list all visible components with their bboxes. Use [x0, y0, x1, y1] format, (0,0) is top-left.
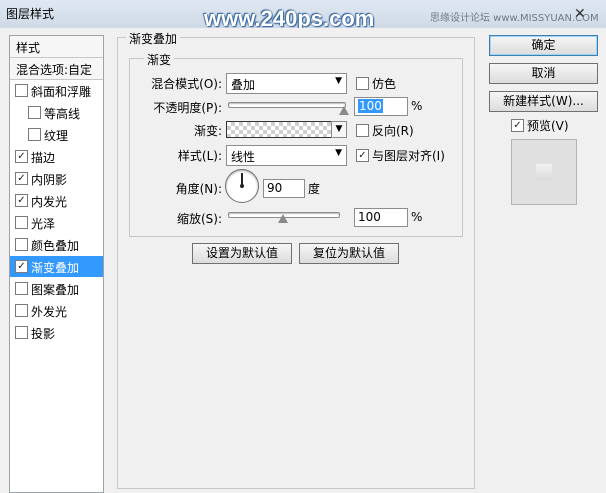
reverse-label: 反向(R) [372, 124, 414, 138]
checkmark-icon: ✓ [17, 173, 26, 184]
angle-label: 角度(N): [175, 182, 222, 196]
checkmark-icon: ✓ [17, 151, 26, 162]
make-default-button[interactable]: 设置为默认值 [192, 243, 292, 264]
styles-header-label: 样式 [16, 41, 41, 55]
gradient-overlay-title: 渐变叠加 [126, 30, 181, 47]
sidebar-item-checkbox[interactable]: ✓ [15, 172, 28, 185]
dither-label: 仿色 [372, 77, 397, 91]
layer-style-dialog: 样式 混合选项:自定 斜面和浮雕等高线纹理 ✓ 描边 ✓ 内阴影 ✓ 内发光光泽颜色叠加 ✓ 渐… [0, 28, 606, 493]
sidebar-item[interactable]: 等高线 [10, 102, 103, 123]
opacity-value: 100 [358, 99, 383, 113]
scale-label: 缩放(S): [176, 212, 222, 226]
sidebar-item-label: 内阴影 [31, 173, 68, 187]
sidebar-item-label: 投影 [31, 327, 56, 341]
gradient-picker[interactable] [226, 121, 332, 138]
sidebar-item-label: 等高线 [44, 107, 81, 121]
title-bar: 图层样式 www.240ps.com 思缘设计论坛 www.MISSYUAN.C… [0, 0, 606, 31]
opacity-input[interactable]: 100 [354, 97, 408, 116]
style-list-panel: 样式 混合选项:自定 斜面和浮雕等高线纹理 ✓ 描边 ✓ 内阴影 ✓ 内发光光泽颜色叠加 ✓ 渐… [9, 35, 104, 493]
angle-unit: 度 [308, 182, 321, 196]
blend-options-header[interactable]: 混合选项:自定 [10, 58, 103, 80]
style-select[interactable]: 线性 ▼ [226, 145, 347, 166]
sidebar-item[interactable]: ✓ 内发光 [10, 190, 103, 211]
sidebar-item-label: 图案叠加 [31, 283, 80, 297]
sidebar-item[interactable]: ✓ 渐变叠加 [10, 256, 103, 277]
cancel-button[interactable]: 取消 [489, 63, 598, 84]
checkmark-icon: ✓ [358, 150, 367, 161]
sidebar-item[interactable]: 颜色叠加 [10, 234, 103, 255]
scale-value: 100 [358, 210, 381, 224]
opacity-slider-track[interactable] [228, 102, 346, 108]
align-with-layer-label: 与图层对齐(I) [372, 149, 445, 163]
dither-checkbox[interactable] [356, 77, 369, 90]
blend-mode-select[interactable]: 叠加 ▼ [226, 73, 347, 94]
blend-options-label: 混合选项:自定 [16, 63, 93, 77]
opacity-label: 不透明度(P): [153, 101, 222, 115]
sidebar-item[interactable]: ✓ 内阴影 [10, 168, 103, 189]
sidebar-item[interactable]: 外发光 [10, 300, 103, 321]
preview-checkbox[interactable]: ✓ [511, 119, 524, 132]
sidebar-item-label: 外发光 [31, 305, 68, 319]
gradient-subgroup-title: 渐变 [144, 51, 175, 68]
sidebar-item-checkbox[interactable] [15, 238, 28, 251]
gradient-dropdown-button[interactable]: ▼ [331, 121, 347, 138]
chevron-down-icon: ▼ [335, 124, 343, 134]
sidebar-item-checkbox[interactable] [15, 304, 28, 317]
chevron-down-icon: ▼ [335, 148, 342, 158]
sidebar-item[interactable]: 投影 [10, 322, 103, 343]
sidebar-item[interactable]: 光泽 [10, 212, 103, 233]
chevron-down-icon: ▼ [335, 76, 342, 86]
angle-center-dot [240, 184, 244, 188]
sidebar-item-checkbox[interactable] [28, 128, 41, 141]
angle-dial[interactable] [225, 169, 259, 203]
sidebar-item-label: 纹理 [44, 129, 69, 143]
sidebar-item-checkbox[interactable] [15, 326, 28, 339]
blend-mode-value: 叠加 [231, 78, 256, 92]
opacity-slider-thumb[interactable] [339, 106, 349, 115]
style-value: 线性 [231, 150, 256, 164]
gradient-label: 渐变: [193, 124, 222, 138]
blend-mode-label: 混合模式(O): [151, 77, 222, 91]
preview-sample [536, 164, 552, 180]
sidebar-item[interactable]: ✓ 描边 [10, 146, 103, 167]
checkmark-icon: ✓ [17, 195, 26, 206]
reverse-checkbox[interactable] [356, 124, 369, 137]
sidebar-item-checkbox[interactable]: ✓ [15, 260, 28, 273]
sidebar-item-checkbox[interactable] [15, 84, 28, 97]
style-label: 样式(L): [177, 149, 222, 163]
ok-button[interactable]: 确定 [489, 35, 598, 56]
sidebar-item-checkbox[interactable] [15, 216, 28, 229]
style-preview-thumbnail [511, 139, 577, 205]
sidebar-item-label: 渐变叠加 [31, 261, 80, 275]
sidebar-item-checkbox[interactable]: ✓ [15, 150, 28, 163]
close-icon[interactable]: ✕ [574, 6, 586, 22]
scale-input[interactable]: 100 [354, 208, 408, 227]
align-with-layer-checkbox[interactable]: ✓ [356, 149, 369, 162]
angle-value: 90 [267, 181, 283, 195]
sidebar-item-label: 颜色叠加 [31, 239, 80, 253]
sidebar-item-label: 内发光 [31, 195, 68, 209]
sidebar-item-checkbox[interactable]: ✓ [15, 194, 28, 207]
sidebar-item[interactable]: 纹理 [10, 124, 103, 145]
sidebar-item[interactable]: 图案叠加 [10, 278, 103, 299]
opacity-unit: % [411, 99, 423, 113]
sidebar-item-label: 描边 [31, 151, 56, 165]
window-title: 图层样式 [6, 7, 55, 21]
scale-unit: % [411, 210, 423, 224]
styles-header[interactable]: 样式 [10, 36, 103, 58]
sidebar-item-label: 斜面和浮雕 [31, 85, 92, 99]
scale-slider-thumb[interactable] [278, 214, 288, 223]
sidebar-item-checkbox[interactable] [15, 282, 28, 295]
reset-default-button[interactable]: 复位为默认值 [299, 243, 399, 264]
preview-label: 预览(V) [527, 119, 569, 133]
sidebar-item[interactable]: 斜面和浮雕 [10, 80, 103, 101]
sidebar-item-checkbox[interactable] [28, 106, 41, 119]
angle-input[interactable]: 90 [263, 179, 305, 198]
checkmark-icon: ✓ [17, 261, 26, 272]
checkmark-icon: ✓ [513, 120, 522, 131]
new-style-button[interactable]: 新建样式(W)... [489, 91, 598, 112]
sidebar-item-label: 光泽 [31, 217, 56, 231]
